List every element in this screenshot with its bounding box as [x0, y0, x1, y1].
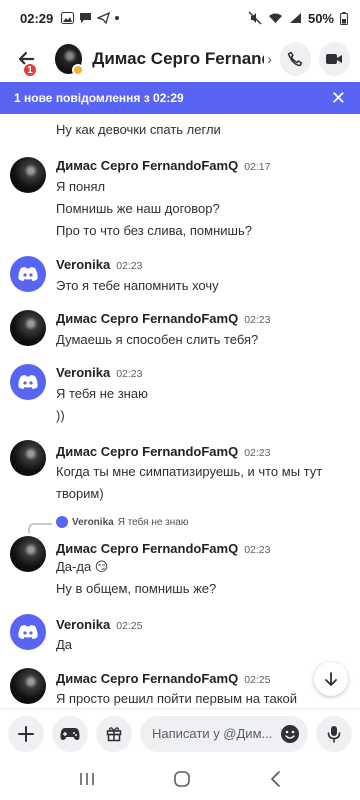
avatar[interactable] — [10, 256, 46, 292]
smile-icon — [281, 724, 299, 743]
message-text: Про то что без слива, помнишь? — [56, 223, 252, 238]
reply-reference[interactable]: Veronika Я тебя не знаю — [56, 516, 188, 528]
message-timestamp: 02:23 — [244, 314, 271, 326]
page-title[interactable]: Димас Серго Fernand... — [92, 49, 264, 69]
wifi-icon — [268, 13, 282, 23]
scroll-to-bottom-button[interactable] — [314, 662, 348, 696]
chat-icon — [80, 13, 92, 23]
avatar[interactable] — [10, 668, 46, 704]
avatar[interactable] — [10, 364, 46, 400]
telegram-icon — [97, 12, 111, 24]
discord-logo-icon — [18, 625, 38, 639]
video-call-button[interactable] — [318, 42, 350, 76]
video-camera-icon — [326, 54, 343, 64]
message-timestamp: 02:23 — [116, 368, 143, 380]
recent-apps-icon[interactable] — [78, 771, 96, 787]
add-attachment-button[interactable] — [8, 715, 44, 752]
chevron-right-icon[interactable]: › — [267, 51, 272, 67]
message-text: )) — [56, 408, 65, 423]
message-text: Ну в общем, помнишь же? — [56, 581, 217, 596]
message-timestamp: 02:23 — [244, 447, 271, 459]
message-text: Да — [56, 637, 73, 652]
home-icon[interactable] — [173, 770, 191, 788]
message-text: Когда ты мне симпатизируешь, и что мы ту… — [56, 464, 323, 479]
mute-icon — [248, 11, 262, 25]
message-author[interactable]: Димас Серго FernandoFamQ 02:17 — [56, 158, 270, 173]
message-author[interactable]: Димас Серго FernandoFamQ 02:23 — [56, 444, 270, 459]
message-timestamp: 02:17 — [244, 161, 271, 173]
message-timestamp: 02:25 — [116, 620, 143, 632]
message-timestamp: 02:23 — [116, 260, 143, 272]
message-author[interactable]: Veronika 02:23 — [56, 257, 142, 272]
idle-status-icon — [72, 64, 85, 76]
close-icon[interactable]: ✕ — [331, 88, 346, 109]
message-author[interactable]: Димас Серго FernandoFamQ 02:25 — [56, 671, 270, 686]
message-author[interactable]: Димас Серго FernandoFamQ 02:23 — [56, 311, 270, 326]
message-list[interactable]: Ну как девочки спать легли Димас Серго F… — [0, 114, 360, 708]
gamepad-icon — [60, 727, 80, 740]
battery-level: 50% — [307, 10, 334, 26]
back-nav-icon[interactable] — [268, 770, 282, 788]
chat-header: 1 Димас Серго Fernand... › — [0, 36, 360, 82]
avatar[interactable] — [54, 44, 85, 76]
message-author[interactable]: Veronika 02:25 — [56, 617, 142, 632]
clock: 02:29 — [20, 10, 54, 26]
message-text: Я тебя не знаю — [56, 386, 148, 401]
voice-call-button[interactable] — [279, 42, 311, 76]
microphone-icon — [327, 725, 341, 743]
system-nav-bar — [0, 758, 360, 800]
battery-icon — [340, 11, 348, 25]
gallery-icon — [61, 12, 75, 24]
avatar[interactable] — [10, 440, 46, 476]
banner-text: 1 нове повідомлення з 02:29 — [14, 91, 184, 105]
message-text: Думаешь я способен слить тебя? — [56, 332, 259, 347]
discord-logo-icon — [18, 375, 38, 389]
reply-connector — [28, 523, 52, 533]
message-author[interactable]: Veronika 02:23 — [56, 365, 142, 380]
message-text: Я понял — [56, 179, 106, 194]
arrow-down-icon — [325, 672, 337, 686]
message-text: Помнишь же наш договор? — [56, 201, 220, 216]
avatar[interactable] — [10, 614, 46, 650]
message-timestamp: 02:23 — [244, 544, 271, 556]
message-text: Да-да 😏 — [56, 559, 109, 574]
message-input[interactable]: Написати у @Дим... — [140, 715, 308, 752]
gift-icon — [106, 726, 122, 741]
plus-icon — [18, 725, 34, 742]
message-author[interactable]: Димас Серго FernandoFamQ 02:23 — [56, 541, 270, 556]
phone-icon — [288, 51, 303, 67]
gift-button[interactable] — [96, 715, 132, 752]
message-text: творим) — [56, 486, 104, 501]
back-button[interactable]: 1 — [10, 41, 43, 78]
discord-logo-icon — [18, 267, 38, 281]
avatar[interactable] — [10, 310, 46, 346]
voice-message-button[interactable] — [316, 715, 352, 752]
dot-icon — [115, 16, 120, 20]
signal-icon — [289, 13, 301, 23]
notification-icons — [61, 12, 120, 24]
avatar — [56, 516, 68, 528]
avatar[interactable] — [10, 536, 46, 572]
message-text: Ну как девочки спать легли — [56, 122, 221, 137]
avatar[interactable] — [10, 157, 46, 193]
message-text: Это я тебе напомнить хочу — [56, 278, 219, 293]
message-input-placeholder: Написати у @Дим... — [152, 726, 273, 741]
new-messages-banner[interactable]: 1 нове повідомлення з 02:29 ✕ — [0, 82, 360, 114]
message-timestamp: 02:25 — [244, 674, 271, 686]
message-text: Я просто решил пойти первым на такой — [56, 691, 298, 706]
emoji-button[interactable] — [278, 722, 302, 746]
message-composer: Написати у @Дим... — [0, 708, 360, 758]
unread-badge: 1 — [22, 62, 38, 78]
status-bar: 02:29 50% — [0, 0, 360, 36]
activities-button[interactable] — [52, 715, 88, 752]
